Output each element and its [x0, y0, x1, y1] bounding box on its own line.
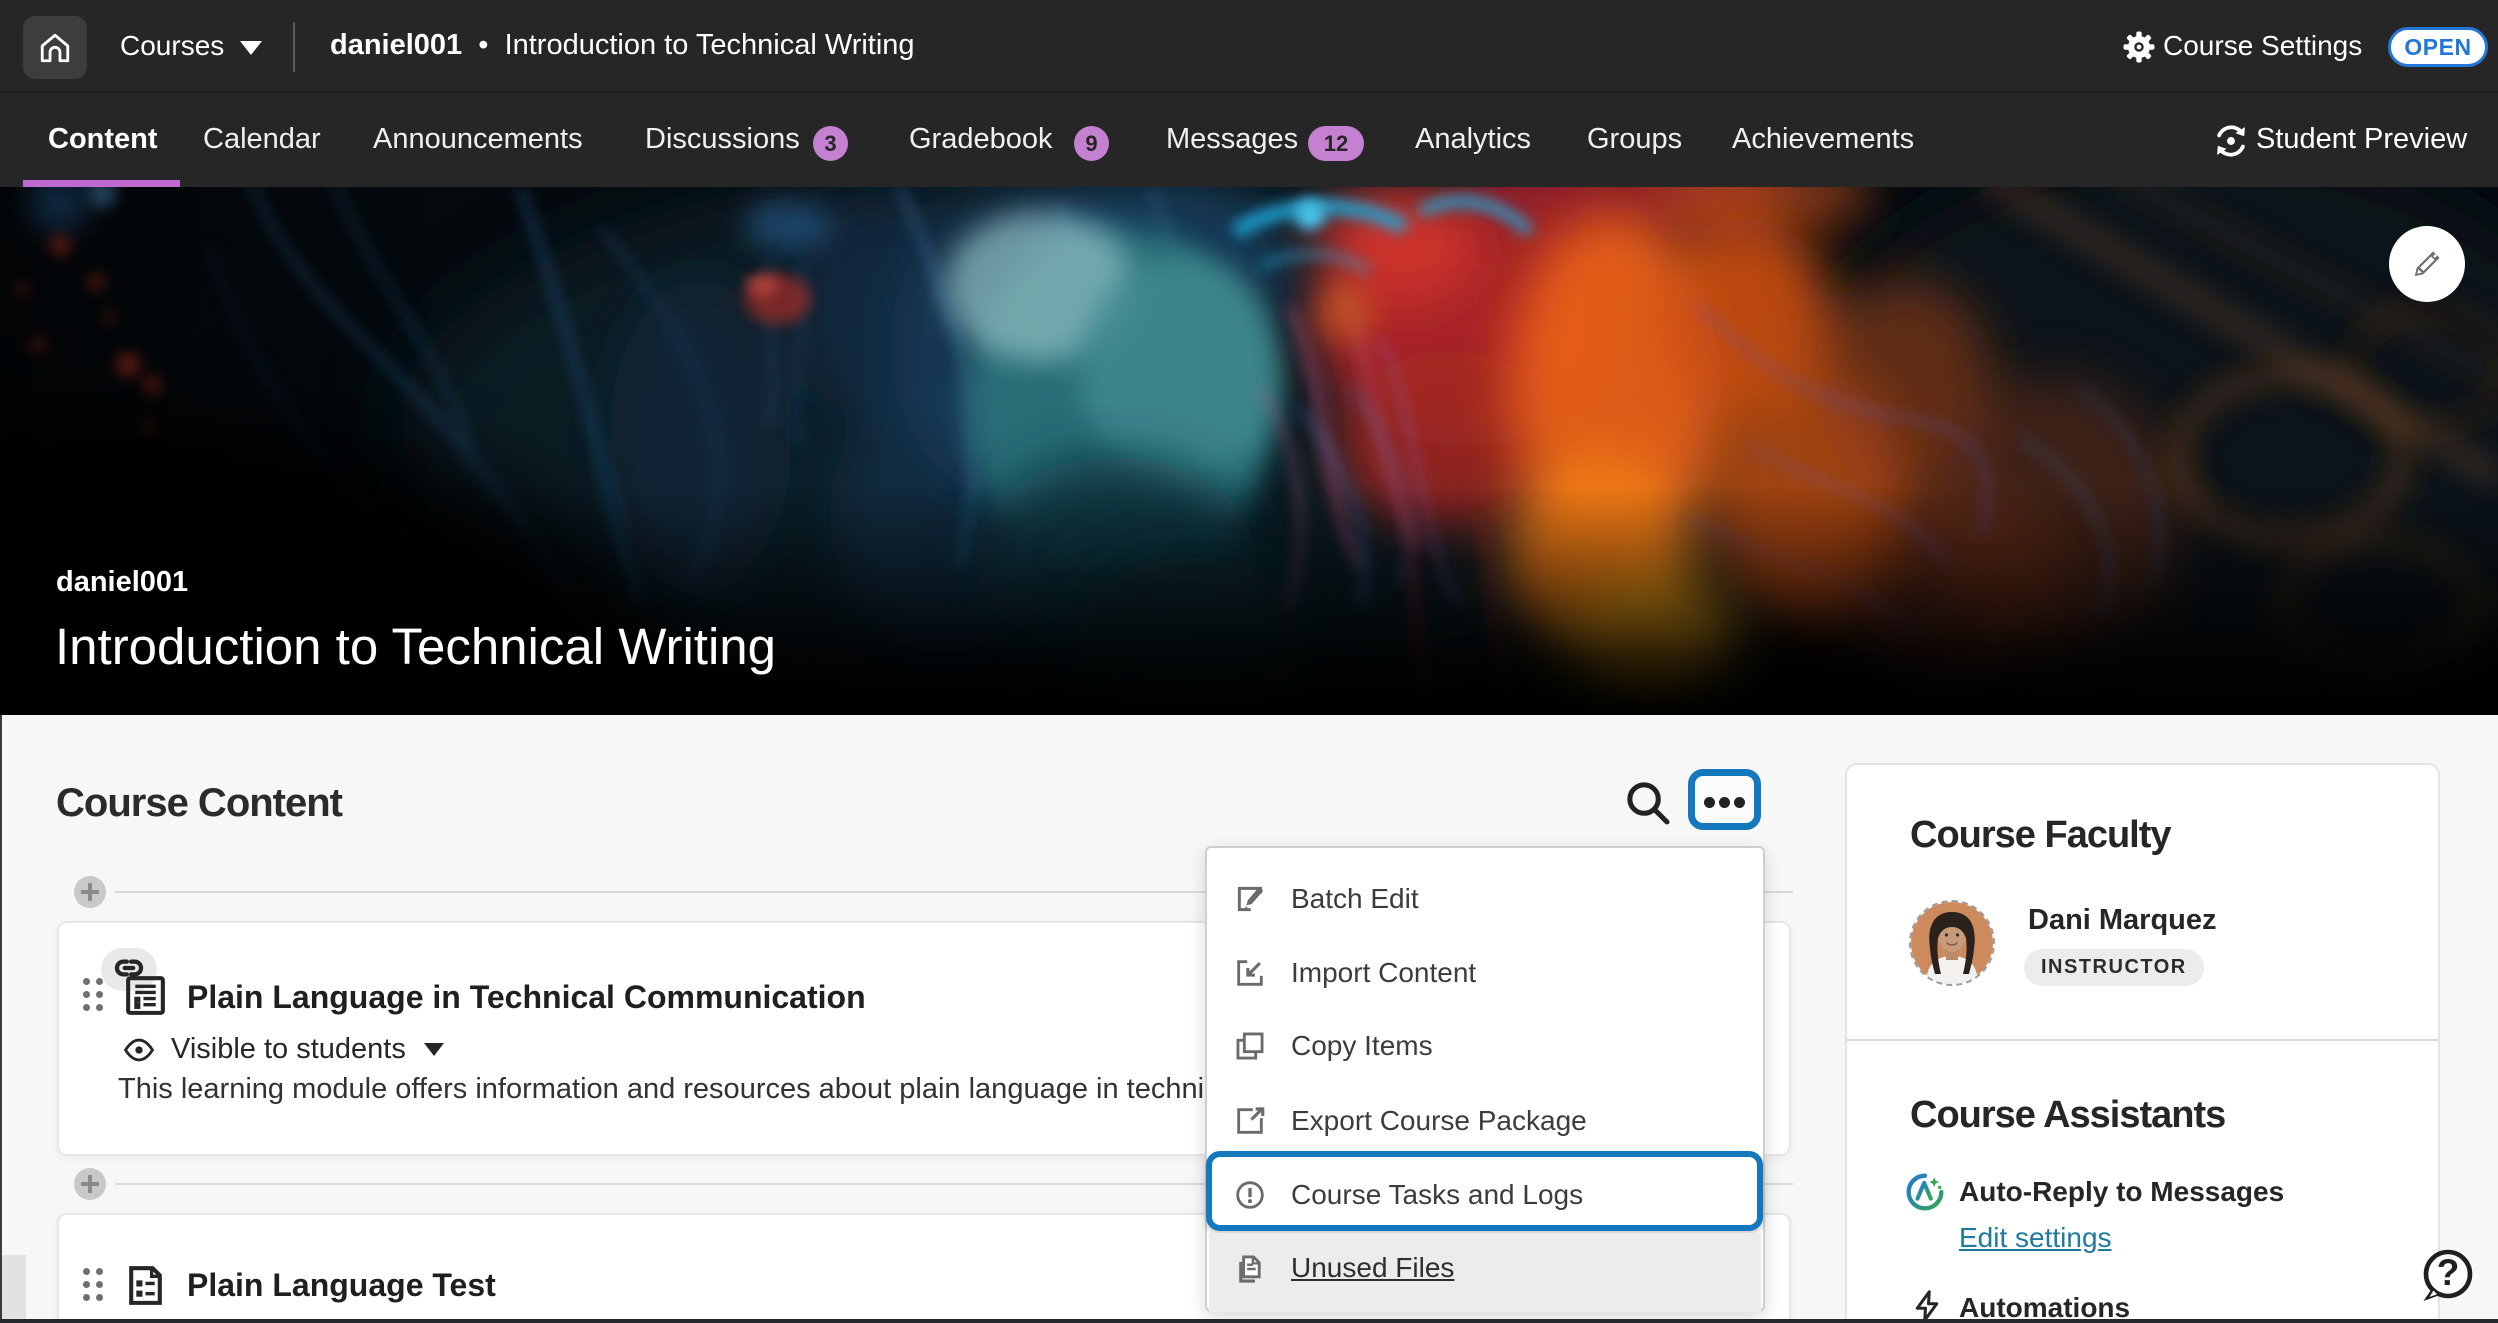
svg-text:?: ? [2437, 1252, 2460, 1293]
